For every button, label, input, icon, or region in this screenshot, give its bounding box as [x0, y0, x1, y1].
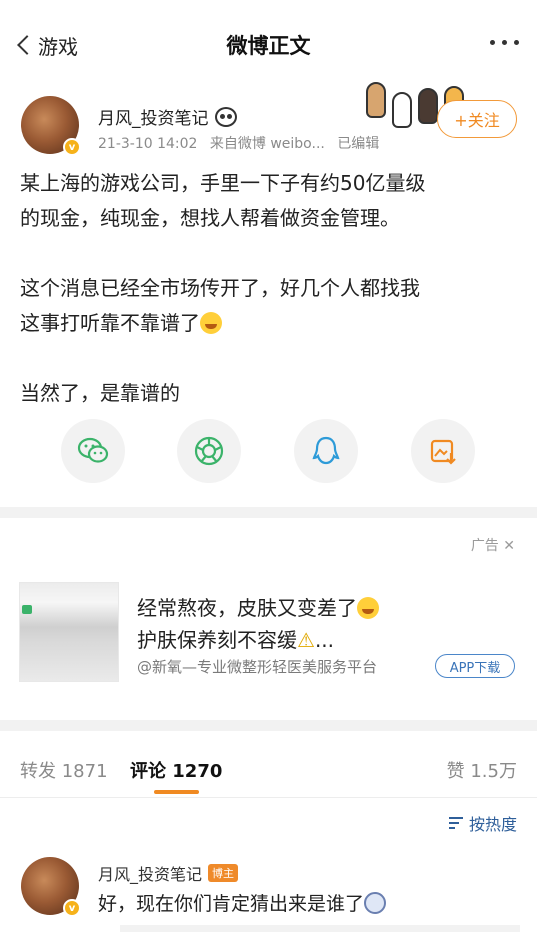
section-divider [0, 507, 537, 518]
verified-badge-icon: v [63, 138, 81, 156]
ad-thumbnail[interactable] [19, 582, 119, 682]
laugh-cry-emoji-icon [200, 312, 222, 334]
post-text-line: 这事打听靠不靠谱了 [20, 311, 200, 335]
tab-like-count: 1.5万 [470, 761, 517, 782]
post-time: 21-3-10 14:02 [98, 136, 198, 152]
more-dot-icon [490, 40, 495, 45]
ad-thumb-tag-icon [22, 605, 32, 614]
ad-tag[interactable]: 广告 ✕ [471, 535, 515, 555]
verified-badge-icon: v [63, 899, 81, 917]
sort-label: 按热度 [468, 815, 517, 834]
blogger-badge: 博主 [208, 864, 239, 882]
moments-icon [194, 436, 224, 466]
sort-icon [448, 817, 463, 829]
share-moments-button[interactable] [177, 419, 241, 483]
tab-repost[interactable]: 转发 1871 [20, 757, 108, 783]
post-text-line: 这个消息已经全市场传开了，好几个人都找我 [20, 276, 420, 300]
post-body: 某上海的游戏公司，手里一下子有约50亿量级 的现金，纯现金，想找人帮着做资金管理… [20, 166, 520, 411]
tab-comment-count: 1270 [172, 761, 223, 782]
sort-by-hot-button[interactable]: 按热度 [448, 811, 517, 835]
follow-button[interactable]: +关注 [437, 100, 517, 138]
post-source: 来自微博 weibo... [209, 136, 325, 152]
page-title: 微博正文 [226, 34, 311, 58]
tab-like-label: 赞 [446, 761, 465, 782]
ad-line2: 护肤保养刻不容缓 [137, 628, 297, 652]
ad-headline[interactable]: 经常熬夜，皮肤又变差了 [137, 592, 379, 621]
post-meta: 21-3-10 14:02 来自微博 weibo... 已编辑 [98, 133, 387, 153]
ad-source: @新氧—专业微整形轻医美服务平台 [137, 658, 378, 676]
save-image-icon [430, 439, 456, 465]
share-qq-button[interactable] [294, 419, 358, 483]
more-options-button[interactable] [490, 40, 519, 45]
comment-reply-preview [120, 925, 520, 932]
post-text-line: 某上海的游戏公司，手里一下子有约50亿量级 [20, 171, 426, 195]
post-author[interactable]: 月风_投资笔记 [98, 104, 237, 129]
author-name: 月风_投资笔记 [98, 109, 209, 129]
comment-author-name: 月风_投资笔记 [98, 865, 203, 884]
author-avatar[interactable]: v [21, 96, 81, 156]
tab-comment[interactable]: 评论 1270 [130, 757, 222, 783]
panda-icon [214, 106, 237, 127]
more-dot-icon [514, 40, 519, 45]
save-image-button[interactable] [411, 419, 475, 483]
share-wechat-button[interactable] [61, 419, 125, 483]
app-download-button[interactable]: APP下载 [435, 654, 515, 678]
active-tab-indicator [154, 790, 199, 794]
tab-like[interactable]: 赞 1.5万 [447, 757, 517, 783]
nav-bar: 游戏 微博正文 [0, 0, 537, 90]
comment-text: 好，现在你们肯定猜出来是谁了 [98, 889, 387, 916]
ad-tag-label: 广告 [470, 538, 499, 554]
ad-subheadline[interactable]: 护肤保养刻不容缓⚠... [137, 624, 334, 653]
section-divider [0, 720, 537, 731]
comment-text-content: 好，现在你们肯定猜出来是谁了 [98, 893, 365, 915]
post-text-line: 当然了，是靠谱的 [20, 381, 180, 405]
post-edited: 已编辑 [337, 136, 380, 152]
tab-divider [0, 797, 537, 798]
comment-author[interactable]: 月风_投资笔记 博主 [98, 861, 239, 885]
tab-repost-label: 转发 [20, 761, 56, 782]
comment-author-avatar[interactable]: v [21, 857, 81, 917]
wechat-icon [77, 437, 109, 463]
qq-icon [312, 436, 340, 465]
warning-icon: ⚠ [297, 628, 315, 652]
ad-line2-suffix: ... [314, 628, 335, 652]
tab-repost-count: 1871 [61, 761, 108, 782]
close-icon[interactable]: ✕ [503, 538, 515, 554]
more-dot-icon [502, 40, 507, 45]
crying-emoji-icon [357, 597, 379, 619]
tab-comment-label: 评论 [130, 761, 166, 782]
post-text-line: 的现金，纯现金，想找人帮着做资金管理。 [20, 206, 400, 230]
ad-line1: 经常熬夜，皮肤又变差了 [137, 596, 357, 620]
surprised-emoji-icon [364, 892, 387, 914]
